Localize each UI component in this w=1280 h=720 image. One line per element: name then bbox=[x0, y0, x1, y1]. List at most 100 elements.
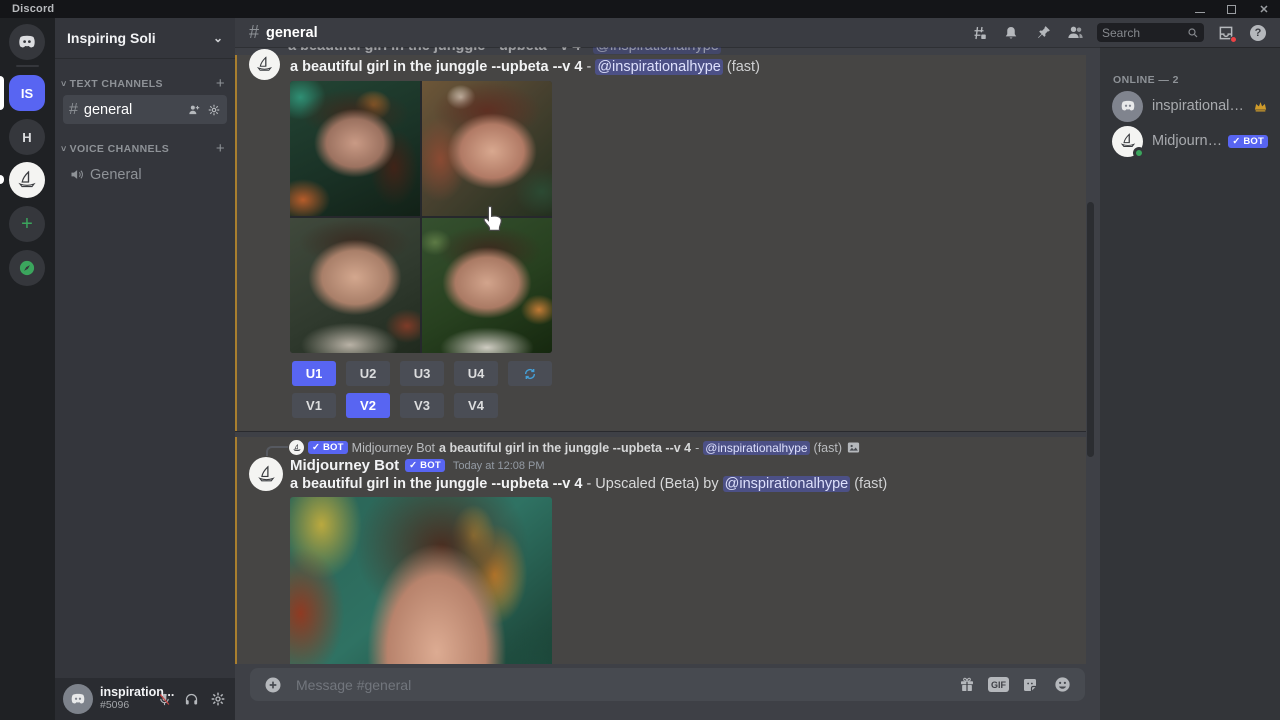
variation-button-v1[interactable]: V1 bbox=[292, 393, 336, 418]
chat-header: # general bbox=[235, 18, 1280, 47]
category-voice-channels[interactable]: ˅ VOICE CHANNELS + bbox=[55, 140, 235, 157]
user-settings-gear-icon[interactable] bbox=[209, 690, 227, 708]
bot-badge: ✓ BOT bbox=[308, 441, 348, 454]
deafen-button[interactable] bbox=[182, 690, 200, 708]
gift-icon[interactable] bbox=[956, 674, 978, 696]
midjourney-bot-avatar[interactable] bbox=[249, 457, 283, 491]
message-divider bbox=[235, 431, 1086, 432]
member-list: ONLINE — 2 inspirationalhype Midjourney … bbox=[1100, 47, 1280, 720]
upscale-button-u4[interactable]: U4 bbox=[454, 361, 498, 386]
hash-icon: # bbox=[69, 101, 78, 119]
pinned-messages-icon[interactable] bbox=[1033, 23, 1053, 43]
username: inspiration... bbox=[100, 686, 155, 700]
reply-author: Midjourney Bot bbox=[352, 441, 435, 455]
upscale-button-u1[interactable]: U1 bbox=[292, 361, 336, 386]
threads-icon[interactable] bbox=[969, 23, 989, 43]
inbox-unread-badge bbox=[1230, 36, 1237, 43]
member-inspirationalhype[interactable]: inspirationalhype bbox=[1106, 89, 1274, 123]
midjourney-bot-avatar[interactable] bbox=[249, 49, 280, 80]
variation-button-v3[interactable]: V3 bbox=[400, 393, 444, 418]
upscale-button-u2[interactable]: U2 bbox=[346, 361, 390, 386]
search-box[interactable] bbox=[1097, 23, 1204, 42]
generated-image-grid[interactable] bbox=[290, 81, 552, 353]
category-text-channels[interactable]: ˅ TEXT CHANNELS + bbox=[55, 75, 235, 92]
clipped-previous-message: a beautiful girl in the junggle --upbeta… bbox=[288, 47, 848, 54]
create-channel-button[interactable]: + bbox=[216, 140, 225, 157]
channel-settings-gear-icon[interactable] bbox=[207, 103, 221, 117]
mention-pill[interactable]: @inspirationalhype bbox=[723, 476, 851, 492]
rail-divider bbox=[16, 65, 39, 67]
inbox-icon[interactable] bbox=[1216, 23, 1236, 43]
invite-people-icon[interactable] bbox=[187, 103, 201, 117]
mention-pill[interactable]: @inspirationalhype bbox=[595, 59, 723, 75]
home-button[interactable] bbox=[9, 24, 45, 60]
gif-picker-button[interactable]: GIF bbox=[988, 677, 1009, 692]
add-server-button[interactable]: + bbox=[9, 206, 45, 242]
upscale-button-u3[interactable]: U3 bbox=[400, 361, 444, 386]
voice-channel-general[interactable]: General bbox=[63, 160, 227, 189]
reply-connector bbox=[266, 446, 288, 456]
notifications-bell-icon[interactable] bbox=[1001, 23, 1021, 43]
member-midjourney-bot[interactable]: Midjourney Bot ✓ BOT bbox=[1106, 124, 1274, 158]
app-title: Discord bbox=[12, 3, 54, 15]
grid-image-2[interactable] bbox=[422, 81, 552, 216]
reply-prompt: a beautiful girl in the junggle --upbeta… bbox=[439, 441, 691, 455]
chat-area: a beautiful girl in the junggle --upbeta… bbox=[235, 47, 1100, 720]
create-channel-button[interactable]: + bbox=[216, 75, 225, 92]
server-icon-is[interactable]: IS bbox=[9, 75, 45, 111]
hash-icon: # bbox=[249, 22, 259, 43]
message-input[interactable] bbox=[296, 677, 956, 693]
member-name: inspirationalhype bbox=[1152, 98, 1248, 114]
user-panel: inspiration... #5096 bbox=[55, 678, 235, 720]
maximize-button[interactable] bbox=[1227, 5, 1236, 14]
category-label: TEXT CHANNELS bbox=[70, 78, 163, 90]
sticker-icon[interactable] bbox=[1019, 674, 1041, 696]
server-owner-crown-icon bbox=[1253, 99, 1268, 114]
search-input[interactable] bbox=[1102, 26, 1187, 40]
variation-button-v2[interactable]: V2 bbox=[346, 393, 390, 418]
mic-muted-button[interactable] bbox=[155, 690, 173, 708]
minimize-button[interactable] bbox=[1195, 6, 1205, 13]
channel-name: General bbox=[90, 167, 142, 183]
search-icon bbox=[1187, 27, 1199, 39]
member-list-toggle-icon[interactable] bbox=[1065, 23, 1085, 43]
user-avatar[interactable] bbox=[63, 684, 93, 714]
chat-scrollbar-thumb[interactable] bbox=[1087, 202, 1094, 457]
bot-badge: ✓ BOT bbox=[1228, 135, 1268, 148]
message-grid-result: a beautiful girl in the junggle --upbeta… bbox=[235, 55, 1086, 431]
prompt-text: a beautiful girl in the junggle --upbeta… bbox=[290, 59, 582, 75]
message-author-row: Midjourney Bot ✓ BOT Today at 12:08 PM bbox=[290, 457, 545, 474]
upscaled-image[interactable] bbox=[290, 497, 552, 664]
variation-button-v4[interactable]: V4 bbox=[454, 393, 498, 418]
channel-general[interactable]: # general bbox=[63, 95, 227, 124]
grid-image-4[interactable] bbox=[422, 218, 552, 353]
sailboat-icon bbox=[255, 463, 278, 486]
attach-plus-icon[interactable] bbox=[262, 674, 284, 696]
title-bar: Discord ✕ bbox=[0, 0, 1280, 18]
server-header[interactable]: Inspiring Soli ⌄ bbox=[55, 18, 235, 59]
discord-logo-icon bbox=[69, 690, 87, 708]
refresh-icon bbox=[522, 366, 538, 382]
mention-pill[interactable]: @inspirationalhype bbox=[703, 441, 809, 455]
emoji-picker-icon[interactable] bbox=[1051, 674, 1073, 696]
selected-server-pill bbox=[0, 76, 4, 110]
grid-image-1[interactable] bbox=[290, 81, 420, 216]
help-icon[interactable]: ? bbox=[1248, 23, 1268, 43]
server-icon-midjourney[interactable] bbox=[9, 162, 45, 198]
author-name[interactable]: Midjourney Bot bbox=[290, 457, 399, 474]
server-icon-h[interactable]: H bbox=[9, 119, 45, 155]
reply-reference[interactable]: ✓ BOT Midjourney Bot a beautiful girl in… bbox=[289, 439, 861, 456]
message-content: a beautiful girl in the junggle --upbeta… bbox=[290, 59, 760, 75]
online-status-dot bbox=[1133, 147, 1145, 159]
unread-server-pill bbox=[0, 175, 4, 184]
message-content: a beautiful girl in the junggle --upbeta… bbox=[290, 476, 887, 492]
category-label: VOICE CHANNELS bbox=[70, 143, 170, 155]
online-header: ONLINE — 2 bbox=[1113, 74, 1179, 86]
timestamp: Today at 12:08 PM bbox=[453, 460, 545, 472]
grid-image-3[interactable] bbox=[290, 218, 420, 353]
compass-icon bbox=[17, 258, 37, 278]
close-button[interactable]: ✕ bbox=[1258, 3, 1270, 15]
message-composer[interactable]: GIF bbox=[250, 668, 1085, 701]
reroll-button[interactable] bbox=[508, 361, 552, 386]
explore-servers-button[interactable] bbox=[9, 250, 45, 286]
